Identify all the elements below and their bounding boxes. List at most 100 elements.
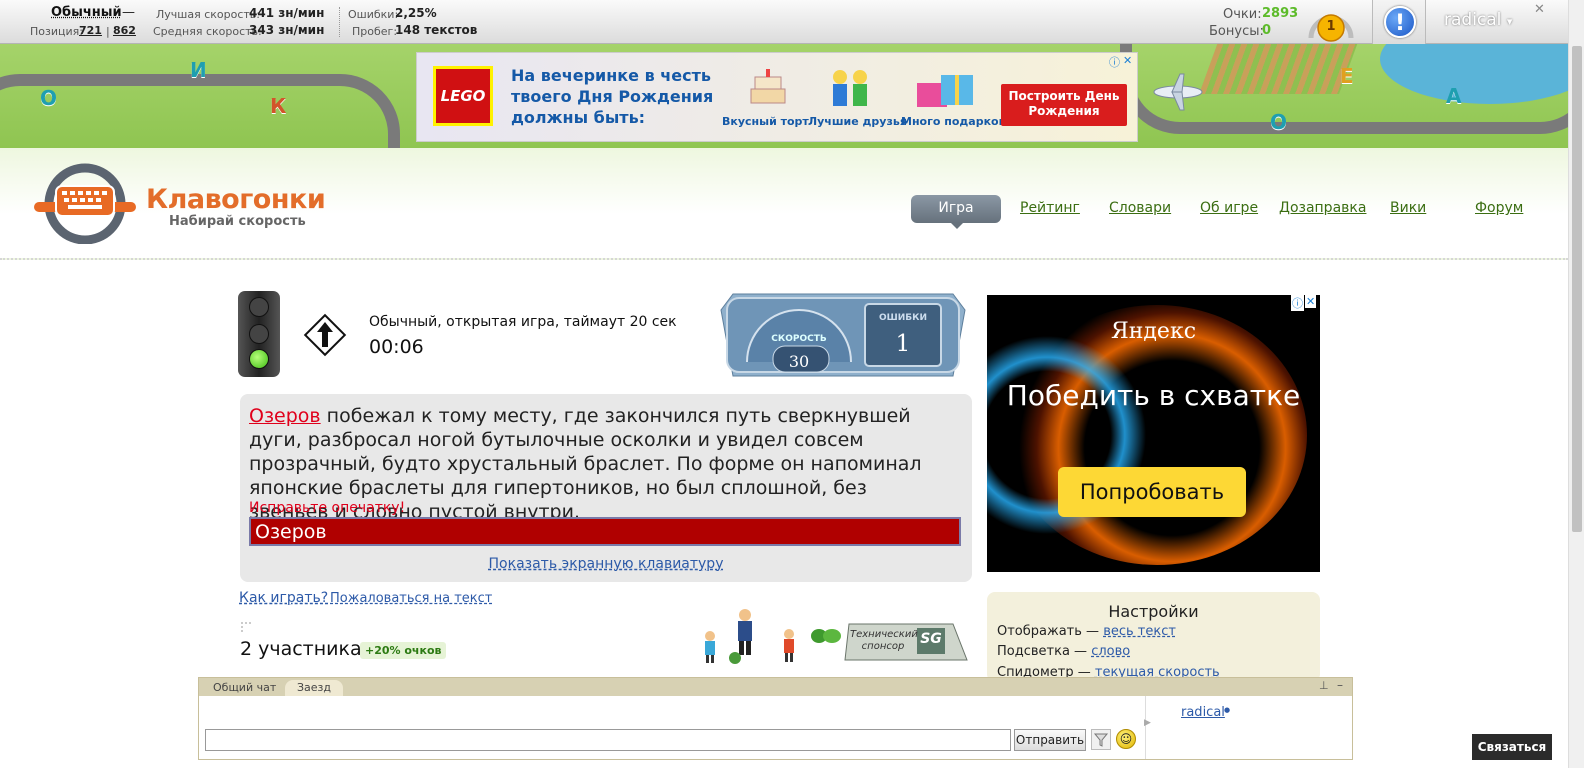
tech-sponsor-label: Технический спонсор xyxy=(850,629,918,652)
points-value: 2893 xyxy=(1262,6,1299,21)
letter-decoration: А xyxy=(1446,84,1462,108)
traffic-lamp-yellow xyxy=(249,324,269,344)
banner-ad-item: Много подарков xyxy=(901,115,1006,128)
setting-value-link[interactable]: весь текст xyxy=(1103,624,1176,639)
best-speed-value: 441 зн/мин xyxy=(249,6,325,20)
setting-row: Подсветка — слово xyxy=(997,644,1130,659)
pin-icon[interactable]: ⊥ xyxy=(1319,679,1329,692)
speed-label: СКОРОСТЬ xyxy=(771,334,827,344)
ad-close-icon[interactable]: ✕ xyxy=(1123,54,1132,67)
chat-user-link[interactable]: radical xyxy=(1181,705,1225,720)
chevron-right-icon[interactable]: ▶ xyxy=(1144,718,1151,728)
how-to-play-link[interactable]: Как играть? xyxy=(239,590,328,606)
nav-rating[interactable]: Рейтинг xyxy=(1020,200,1080,216)
avg-speed-label: Средняя скорость: xyxy=(153,25,262,38)
typed-word: Озеров xyxy=(249,405,321,427)
traffic-lamp-red xyxy=(249,297,269,317)
traffic-light-icon xyxy=(238,291,280,377)
letter-decoration: К xyxy=(270,94,287,118)
mileage-value: 148 текстов xyxy=(395,23,478,37)
logo-title[interactable]: Клавогонки xyxy=(146,184,326,215)
alert-icon: ! xyxy=(1384,6,1416,38)
game-timer: 00:06 xyxy=(369,336,424,358)
ad-info-icon[interactable]: ⓘ xyxy=(1291,295,1304,311)
mode-link[interactable]: Обычный xyxy=(51,5,122,20)
bonus-badge: +20% очков xyxy=(360,642,447,659)
road-left xyxy=(0,74,400,148)
notifications-button[interactable]: ! xyxy=(1372,0,1426,44)
speed-value: 30 xyxy=(788,352,810,371)
player-figure-icon xyxy=(700,630,720,668)
chat-input[interactable] xyxy=(205,729,1011,751)
send-button[interactable]: Отправить xyxy=(1014,729,1086,751)
field xyxy=(1199,44,1361,94)
steering-wheel-logo-icon[interactable] xyxy=(32,162,138,245)
game-status: Обычный, открытая игра, таймаут 20 сек xyxy=(369,314,677,330)
chat-panel: Общий чат Заезд ⊥ – Отправить ☺ ▶ radica… xyxy=(198,677,1353,760)
tab-general-chat[interactable]: Общий чат xyxy=(201,680,288,696)
filter-icon[interactable] xyxy=(1091,729,1111,750)
banner-ad-item: Лучшие друзья xyxy=(808,115,907,128)
position-link-a[interactable]: 721 xyxy=(79,24,102,37)
bonus-label: Бонусы: xyxy=(1209,24,1264,39)
typing-panel: Озеров побежал к тому месту, где закончи… xyxy=(240,394,972,582)
tab-race-chat[interactable]: Заезд xyxy=(285,680,344,696)
mileage-label: Пробег: xyxy=(352,25,398,38)
scrollbar[interactable] xyxy=(1568,0,1584,768)
drag-handle[interactable] xyxy=(241,622,251,632)
smiley-icon[interactable]: ☺ xyxy=(1116,729,1136,749)
position-label: Позиция: xyxy=(30,25,83,38)
chat-tabs: Общий чат Заезд ⊥ – xyxy=(199,678,1352,696)
nav-refuel[interactable]: Дозаправка xyxy=(1279,200,1366,216)
setting-row: Отображать — весь текст xyxy=(997,624,1176,639)
nav-about[interactable]: Об игре xyxy=(1200,200,1258,216)
position-link-b[interactable]: 862 xyxy=(113,24,136,37)
user-info-icon[interactable]: ● xyxy=(1224,706,1230,714)
avg-speed-value: 343 зн/мин xyxy=(249,23,325,37)
ad-close-icon[interactable]: ✕ xyxy=(1305,295,1317,308)
minimize-icon[interactable]: – xyxy=(1337,678,1343,692)
top-stats-bar: Обычный — Позиция: 721 | 862 Лучшая скор… xyxy=(0,0,1568,44)
username: radical xyxy=(1444,10,1502,30)
errors-value: 2,25% xyxy=(395,6,437,20)
errors-label: Ошибки: xyxy=(348,8,399,21)
side-ad-cta-button[interactable]: Попробовать xyxy=(1058,467,1246,517)
bonus-value: 0 xyxy=(1262,23,1272,38)
ad-info-icon[interactable]: ⓘ xyxy=(1109,54,1120,70)
chevron-down-icon: ▾ xyxy=(1506,15,1513,28)
lego-logo: LEGO xyxy=(433,66,493,126)
setting-label: Подсветка — xyxy=(997,644,1088,659)
points-label: Очки: xyxy=(1223,7,1262,22)
arrow-sign-icon xyxy=(302,312,348,358)
side-ad-headline: Победить в схватке xyxy=(1006,379,1301,412)
side-ad[interactable]: Яндекс Победить в схватке Попробовать ⓘ … xyxy=(987,295,1320,572)
letter-decoration: О xyxy=(40,86,58,110)
nav-vocabularies[interactable]: Словари xyxy=(1109,200,1171,216)
nav-forum[interactable]: Форум xyxy=(1475,200,1523,216)
sponsor-logo: SG xyxy=(920,631,942,647)
complain-link[interactable]: Пожаловаться на текст xyxy=(330,591,492,606)
setting-value-link[interactable]: слово xyxy=(1091,644,1130,659)
bush-icon xyxy=(810,626,842,648)
contact-button[interactable]: Связаться xyxy=(1472,734,1552,760)
show-keyboard-link[interactable]: Показать экранную клавиатуру xyxy=(240,556,972,572)
position-separator: | xyxy=(106,25,110,38)
friends-icon xyxy=(815,67,885,111)
typing-input[interactable] xyxy=(249,517,961,546)
typo-warning: Исправьте опечатку! xyxy=(249,500,406,516)
nav-wiki[interactable]: Вики xyxy=(1390,200,1426,216)
errors-label: ОШИБКИ xyxy=(878,313,928,323)
nav-game[interactable]: Игра xyxy=(911,195,1001,229)
scrollbar-thumb[interactable] xyxy=(1572,46,1582,532)
chat-userlist: ▶ radical ● xyxy=(1144,696,1352,759)
banner-ad[interactable]: LEGO На вечеринке в честь твоего Дня Рож… xyxy=(416,52,1138,142)
logo-tagline: Набирай скорость xyxy=(169,214,306,229)
user-menu[interactable]: radical ▾ xyxy=(1444,10,1512,30)
plane-icon xyxy=(1150,72,1206,111)
close-icon[interactable]: ✕ xyxy=(1534,2,1545,17)
level-badge-icon[interactable]: 1 xyxy=(1307,4,1355,42)
player-figure-icon xyxy=(725,608,765,670)
player-figure-icon xyxy=(778,628,800,668)
banner-ad-cta-button[interactable]: Построить День Рождения xyxy=(1001,84,1127,126)
mode-dash: — xyxy=(122,5,135,20)
